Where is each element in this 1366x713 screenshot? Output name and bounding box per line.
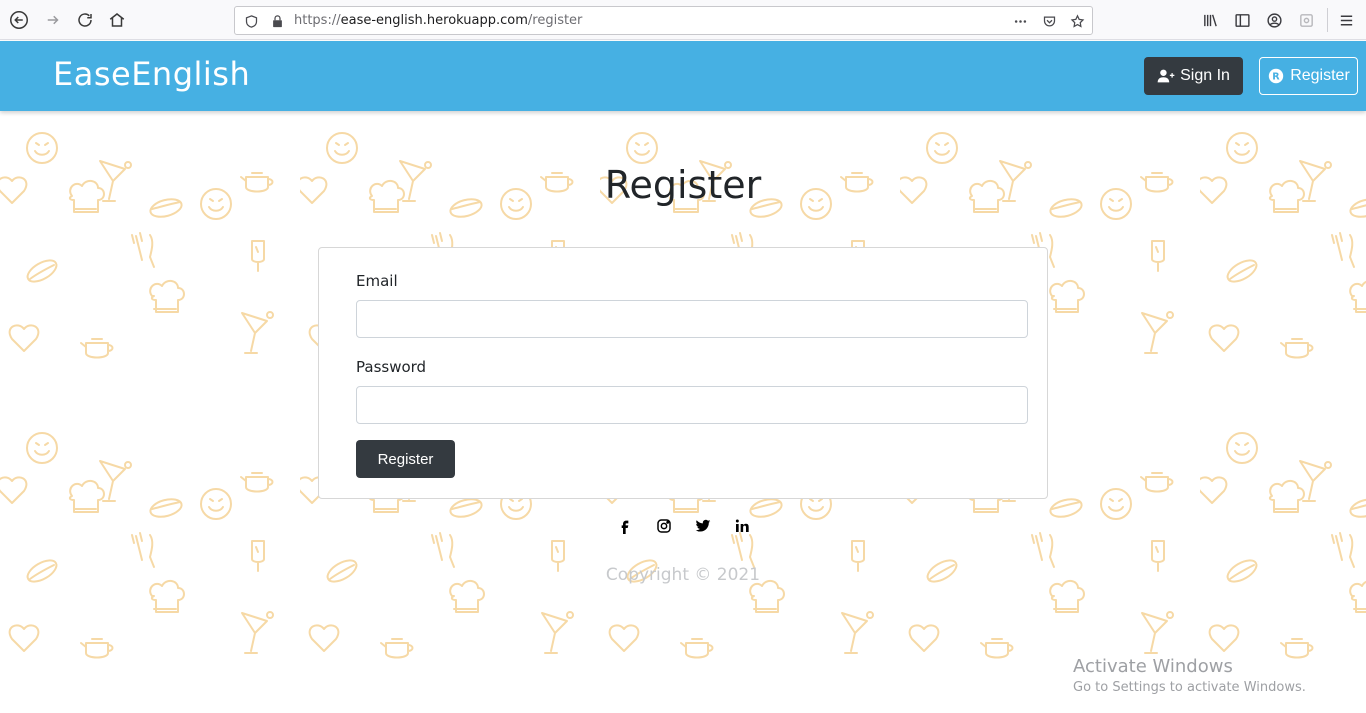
activate-subtitle: Go to Settings to activate Windows. xyxy=(1073,680,1306,695)
more-actions-icon[interactable] xyxy=(1012,13,1028,29)
sidebar-icon[interactable] xyxy=(1232,10,1252,30)
windows-activation-watermark: Activate Windows Go to Settings to activ… xyxy=(1073,656,1306,695)
pocket-icon[interactable] xyxy=(1041,13,1057,29)
extension-icon[interactable] xyxy=(1296,10,1316,30)
registered-icon: R xyxy=(1269,68,1284,84)
register-nav-label: Register xyxy=(1290,67,1350,84)
register-submit-button[interactable]: Register xyxy=(356,440,455,478)
copyright-text: Copyright © 2021 xyxy=(605,565,761,585)
social-links xyxy=(0,516,1366,535)
main-content: Register Email Password Register Copyrig… xyxy=(0,111,1366,713)
twitter-icon[interactable] xyxy=(693,516,712,535)
password-label: Password xyxy=(356,358,427,376)
forward-icon[interactable] xyxy=(40,7,66,33)
toolbar-separator xyxy=(1327,8,1328,32)
sign-in-button[interactable]: Sign In xyxy=(1144,57,1243,95)
home-icon[interactable] xyxy=(104,7,130,33)
url-bar[interactable]: https://ease-english.herokuapp.com/regis… xyxy=(234,6,1093,35)
url-path: /register xyxy=(527,13,583,28)
email-field[interactable] xyxy=(356,300,1028,338)
page-title: Register xyxy=(604,163,762,207)
url-prefix: https:// xyxy=(294,13,341,28)
app-navbar: EaseEnglish Sign In R Register xyxy=(0,41,1366,111)
brand-logo[interactable]: EaseEnglish xyxy=(53,55,250,93)
account-icon[interactable] xyxy=(1264,10,1284,30)
facebook-icon[interactable] xyxy=(615,516,634,535)
browser-toolbar: https://ease-english.herokuapp.com/regis… xyxy=(0,0,1366,40)
url-text: https://ease-english.herokuapp.com/regis… xyxy=(294,13,582,28)
url-host: ease-english.herokuapp.com xyxy=(340,13,528,28)
register-form: Email Password Register xyxy=(318,247,1048,499)
svg-text:R: R xyxy=(1273,72,1281,83)
linkedin-icon[interactable] xyxy=(732,516,751,535)
reload-icon[interactable] xyxy=(72,7,98,33)
back-icon[interactable] xyxy=(6,7,32,33)
email-label: Email xyxy=(356,272,398,290)
lock-icon[interactable] xyxy=(269,13,285,29)
activate-title: Activate Windows xyxy=(1073,656,1233,677)
menu-icon[interactable] xyxy=(1336,10,1356,30)
password-field[interactable] xyxy=(356,386,1028,424)
instagram-icon[interactable] xyxy=(654,516,673,535)
shield-icon[interactable] xyxy=(243,13,259,29)
library-icon[interactable] xyxy=(1200,10,1220,30)
bookmark-star-icon[interactable] xyxy=(1069,13,1085,29)
sign-in-label: Sign In xyxy=(1180,67,1230,84)
user-plus-icon xyxy=(1157,69,1175,83)
register-nav-button[interactable]: R Register xyxy=(1259,57,1358,95)
